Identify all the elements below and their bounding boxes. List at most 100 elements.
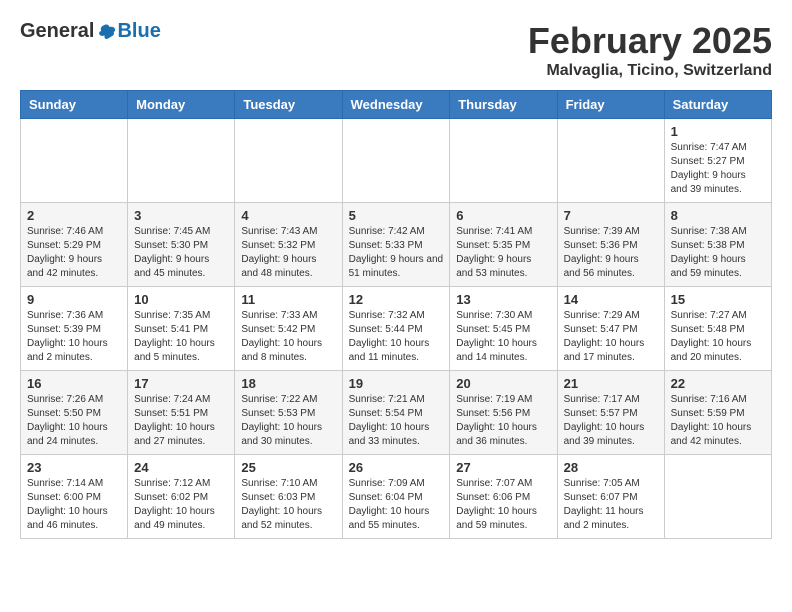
day-cell: 2Sunrise: 7:46 AM Sunset: 5:29 PM Daylig… [21, 203, 128, 287]
day-number: 6 [456, 208, 550, 223]
week-row-2: 2Sunrise: 7:46 AM Sunset: 5:29 PM Daylig… [21, 203, 772, 287]
day-cell: 15Sunrise: 7:27 AM Sunset: 5:48 PM Dayli… [664, 287, 771, 371]
logo-blue-text: Blue [117, 20, 160, 43]
day-number: 28 [564, 460, 658, 475]
day-info: Sunrise: 7:33 AM Sunset: 5:42 PM Dayligh… [241, 309, 335, 365]
day-cell [235, 119, 342, 203]
day-info: Sunrise: 7:24 AM Sunset: 5:51 PM Dayligh… [134, 393, 228, 449]
day-info: Sunrise: 7:16 AM Sunset: 5:59 PM Dayligh… [671, 393, 765, 449]
week-row-1: 1 Sunrise: 7:47 AM Sunset: 5:27 PM Daylig… [21, 119, 772, 203]
day-info: Sunrise: 7:29 AM Sunset: 5:47 PM Dayligh… [564, 309, 658, 365]
day-info: Sunrise: 7:47 AM Sunset: 5:27 PM Dayligh… [671, 141, 765, 197]
day-number: 24 [134, 460, 228, 475]
day-number: 18 [241, 376, 335, 391]
day-cell [128, 119, 235, 203]
day-info: Sunrise: 7:26 AM Sunset: 5:50 PM Dayligh… [27, 393, 121, 449]
weekday-header-monday: Monday [128, 91, 235, 119]
day-info: Sunrise: 7:27 AM Sunset: 5:48 PM Dayligh… [671, 309, 765, 365]
day-info: Sunrise: 7:05 AM Sunset: 6:07 PM Dayligh… [564, 477, 658, 533]
day-number: 12 [349, 292, 444, 307]
day-number: 14 [564, 292, 658, 307]
day-cell: 11 Sunrise: 7:33 AM Sunset: 5:42 PM Dayli… [235, 287, 342, 371]
day-cell: 7 Sunrise: 7:39 AM Sunset: 5:36 PM Daylig… [557, 203, 664, 287]
day-cell [557, 119, 664, 203]
location-title: Malvaglia, Ticino, Switzerland [528, 62, 772, 80]
day-info: Sunrise: 7:14 AM Sunset: 6:00 PM Dayligh… [27, 477, 121, 533]
day-number: 19 [349, 376, 444, 391]
day-cell: 3Sunrise: 7:45 AM Sunset: 5:30 PM Daylig… [128, 203, 235, 287]
day-number: 10 [134, 292, 228, 307]
day-number: 21 [564, 376, 658, 391]
day-cell: 5 Sunrise: 7:42 AM Sunset: 5:33 PM Daylig… [342, 203, 450, 287]
title-area: February 2025 Malvaglia, Ticino, Switzer… [528, 20, 772, 80]
logo-general-text: General [20, 20, 94, 43]
month-title: February 2025 [528, 20, 772, 62]
day-cell: 1 Sunrise: 7:47 AM Sunset: 5:27 PM Daylig… [664, 119, 771, 203]
day-info: Sunrise: 7:22 AM Sunset: 5:53 PM Dayligh… [241, 393, 335, 449]
weekday-header-thursday: Thursday [450, 91, 557, 119]
day-number: 5 [349, 208, 444, 223]
day-cell: 4 Sunrise: 7:43 AM Sunset: 5:32 PM Daylig… [235, 203, 342, 287]
day-number: 8 [671, 208, 765, 223]
day-info: Sunrise: 7:12 AM Sunset: 6:02 PM Dayligh… [134, 477, 228, 533]
day-number: 13 [456, 292, 550, 307]
day-cell: 6 Sunrise: 7:41 AM Sunset: 5:35 PM Daylig… [450, 203, 557, 287]
day-cell [450, 119, 557, 203]
day-info: Sunrise: 7:43 AM Sunset: 5:32 PM Dayligh… [241, 225, 335, 281]
week-row-5: 23 Sunrise: 7:14 AM Sunset: 6:00 PM Dayli… [21, 455, 772, 539]
day-number: 27 [456, 460, 550, 475]
day-info: Sunrise: 7:30 AM Sunset: 5:45 PM Dayligh… [456, 309, 550, 365]
day-number: 20 [456, 376, 550, 391]
day-info: Sunrise: 7:32 AM Sunset: 5:44 PM Dayligh… [349, 309, 444, 365]
day-cell: 23 Sunrise: 7:14 AM Sunset: 6:00 PM Dayli… [21, 455, 128, 539]
day-cell: 27 Sunrise: 7:07 AM Sunset: 6:06 PM Dayli… [450, 455, 557, 539]
weekday-header-friday: Friday [557, 91, 664, 119]
weekday-header-row: SundayMondayTuesdayWednesdayThursdayFrid… [21, 91, 772, 119]
logo-bird-icon [97, 22, 117, 42]
day-cell: 28 Sunrise: 7:05 AM Sunset: 6:07 PM Dayli… [557, 455, 664, 539]
day-cell: 24 Sunrise: 7:12 AM Sunset: 6:02 PM Dayli… [128, 455, 235, 539]
day-number: 4 [241, 208, 335, 223]
day-info: Sunrise: 7:35 AM Sunset: 5:41 PM Dayligh… [134, 309, 228, 365]
day-number: 7 [564, 208, 658, 223]
day-cell: 18 Sunrise: 7:22 AM Sunset: 5:53 PM Dayli… [235, 371, 342, 455]
day-cell [664, 455, 771, 539]
day-number: 17 [134, 376, 228, 391]
day-cell: 10 Sunrise: 7:35 AM Sunset: 5:41 PM Dayli… [128, 287, 235, 371]
day-number: 1 [671, 124, 765, 139]
day-info: Sunrise: 7:38 AM Sunset: 5:38 PM Dayligh… [671, 225, 765, 281]
day-number: 9 [27, 292, 121, 307]
day-cell: 22 Sunrise: 7:16 AM Sunset: 5:59 PM Dayli… [664, 371, 771, 455]
day-number: 22 [671, 376, 765, 391]
day-cell [342, 119, 450, 203]
day-cell: 14 Sunrise: 7:29 AM Sunset: 5:47 PM Dayli… [557, 287, 664, 371]
week-row-3: 9 Sunrise: 7:36 AM Sunset: 5:39 PM Daylig… [21, 287, 772, 371]
weekday-header-saturday: Saturday [664, 91, 771, 119]
day-number: 11 [241, 292, 335, 307]
day-number: 25 [241, 460, 335, 475]
week-row-4: 16Sunrise: 7:26 AM Sunset: 5:50 PM Dayli… [21, 371, 772, 455]
weekday-header-sunday: Sunday [21, 91, 128, 119]
day-info: Sunrise: 7:46 AM Sunset: 5:29 PM Dayligh… [27, 225, 121, 281]
logo: General Blue [20, 20, 161, 43]
day-cell [21, 119, 128, 203]
day-number: 23 [27, 460, 121, 475]
day-info: Sunrise: 7:41 AM Sunset: 5:35 PM Dayligh… [456, 225, 550, 281]
day-cell: 9 Sunrise: 7:36 AM Sunset: 5:39 PM Daylig… [21, 287, 128, 371]
day-cell: 17 Sunrise: 7:24 AM Sunset: 5:51 PM Dayli… [128, 371, 235, 455]
day-number: 3 [134, 208, 228, 223]
day-cell: 20 Sunrise: 7:19 AM Sunset: 5:56 PM Dayli… [450, 371, 557, 455]
day-info: Sunrise: 7:19 AM Sunset: 5:56 PM Dayligh… [456, 393, 550, 449]
day-info: Sunrise: 7:09 AM Sunset: 6:04 PM Dayligh… [349, 477, 444, 533]
day-info: Sunrise: 7:36 AM Sunset: 5:39 PM Dayligh… [27, 309, 121, 365]
day-info: Sunrise: 7:39 AM Sunset: 5:36 PM Dayligh… [564, 225, 658, 281]
weekday-header-wednesday: Wednesday [342, 91, 450, 119]
day-cell: 25Sunrise: 7:10 AM Sunset: 6:03 PM Dayli… [235, 455, 342, 539]
weekday-header-tuesday: Tuesday [235, 91, 342, 119]
day-cell: 21Sunrise: 7:17 AM Sunset: 5:57 PM Dayli… [557, 371, 664, 455]
header: General Blue February 2025 Malvaglia, Ti… [20, 20, 772, 80]
day-info: Sunrise: 7:07 AM Sunset: 6:06 PM Dayligh… [456, 477, 550, 533]
day-cell: 12 Sunrise: 7:32 AM Sunset: 5:44 PM Dayli… [342, 287, 450, 371]
day-cell: 19Sunrise: 7:21 AM Sunset: 5:54 PM Dayli… [342, 371, 450, 455]
day-info: Sunrise: 7:42 AM Sunset: 5:33 PM Dayligh… [349, 225, 444, 281]
